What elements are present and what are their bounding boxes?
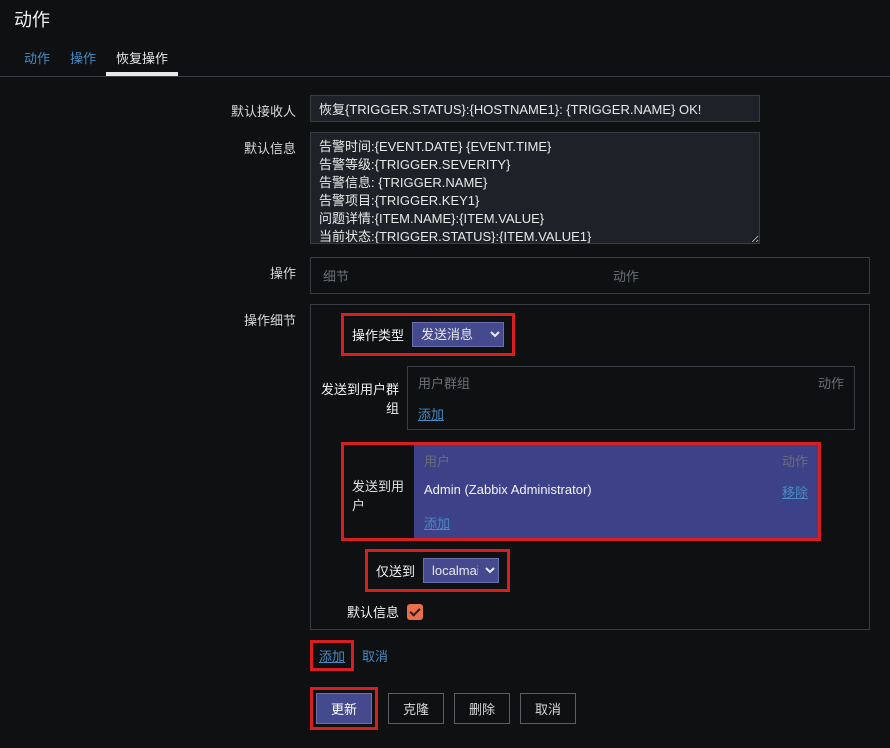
add-operation-link[interactable]: 添加 (319, 649, 345, 664)
users-add-link[interactable]: 添加 (424, 513, 450, 532)
users-head-col1: 用户 (424, 451, 748, 470)
tab-operations[interactable]: 操作 (60, 42, 106, 76)
default-recipient-label: 默认接收人 (14, 95, 310, 120)
cancel-operation-link[interactable]: 取消 (362, 646, 388, 665)
send-only-to-label: 仅送到 (376, 561, 415, 580)
tab-recovery-operations[interactable]: 恢复操作 (106, 42, 178, 76)
default-info-label: 默认信息 (329, 602, 407, 621)
users-table: 发送到用户 用户 动作 Admin (Zabbix Administrator)… (341, 442, 821, 541)
hl-add-link: 添加 (310, 640, 354, 671)
operations-head-details: 细节 (323, 266, 613, 285)
default-recipient-input[interactable] (310, 95, 760, 122)
send-only-to-select[interactable]: localmail (423, 558, 499, 583)
clone-button[interactable]: 克隆 (388, 693, 444, 724)
user-remove-link[interactable]: 移除 (782, 485, 808, 500)
default-message-textarea[interactable] (310, 132, 760, 244)
page-title: 动作 (0, 0, 890, 42)
table-row: Admin (Zabbix Administrator) 移除 (414, 476, 818, 507)
send-to-groups-label: 发送到用户群组 (319, 379, 407, 417)
hl-update-button: 更新 (310, 687, 378, 730)
operations-table: 细节 动作 (310, 257, 870, 294)
update-button[interactable]: 更新 (316, 693, 372, 724)
operations-label: 操作 (14, 257, 310, 282)
op-type-select[interactable]: 发送消息 (412, 322, 504, 347)
operation-details-box: 操作类型 发送消息 发送到用户群组 用户群组 动作 (310, 304, 870, 630)
user-name: Admin (Zabbix Administrator) (424, 482, 748, 501)
hl-op-type: 操作类型 发送消息 (341, 313, 515, 356)
groups-add-link[interactable]: 添加 (418, 404, 444, 423)
user-groups-table: 用户群组 动作 添加 (407, 366, 855, 430)
tab-actions[interactable]: 动作 (14, 42, 60, 76)
operation-details-label: 操作细节 (14, 304, 310, 329)
send-to-users-label: 发送到用户 (344, 470, 414, 514)
default-message-label: 默认信息 (14, 132, 310, 157)
delete-button[interactable]: 删除 (454, 693, 510, 724)
tabbar: 动作 操作 恢复操作 (0, 42, 890, 77)
cancel-button[interactable]: 取消 (520, 693, 576, 724)
hl-send-only-to: 仅送到 localmail (365, 549, 510, 592)
op-type-label: 操作类型 (352, 325, 404, 344)
default-info-checkbox[interactable] (407, 604, 423, 620)
users-head-col2: 动作 (748, 451, 808, 470)
operations-head-action: 动作 (613, 266, 857, 285)
groups-head-col1: 用户群组 (418, 373, 784, 392)
form: 默认接收人 默认信息 操作 细节 动作 操作细节 (0, 77, 890, 748)
groups-head-col2: 动作 (784, 373, 844, 392)
